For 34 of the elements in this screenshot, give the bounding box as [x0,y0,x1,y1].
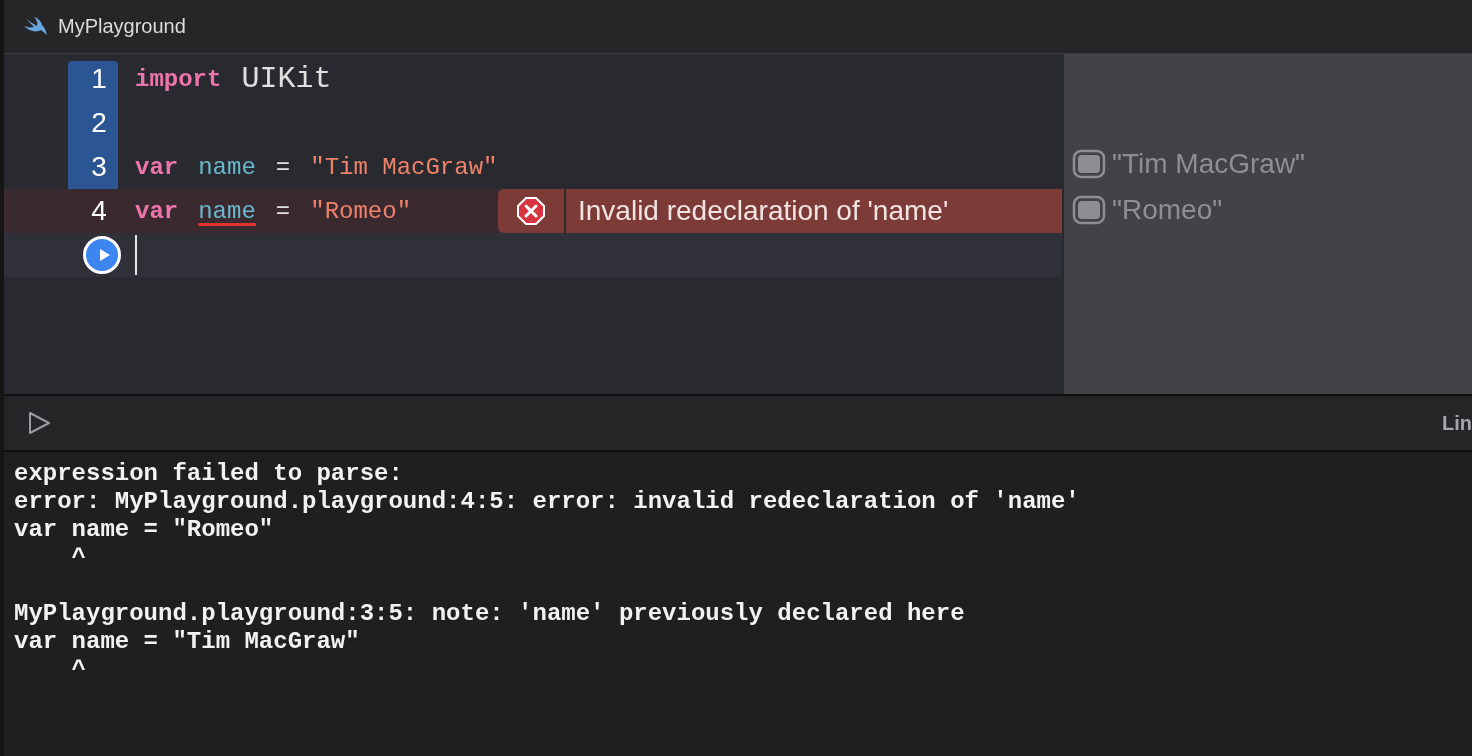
code-operator: = [275,197,291,225]
run-button[interactable] [26,410,52,436]
code-text: UIKit [241,62,332,96]
text-cursor [135,235,137,275]
bird-icon [22,16,48,37]
quick-look-icon [1072,149,1106,179]
code-identifier: name [198,197,256,225]
error-message: Invalid redeclaration of 'name' [577,195,949,227]
line-number: 2 [90,107,108,139]
code-identifier: name [198,153,256,181]
result-value: "Tim MacGraw" [1112,148,1306,180]
console-line: ^ [70,656,87,684]
code-string: "Romeo" [310,197,412,225]
result-value: "Romeo" [1112,194,1223,226]
error-icon [516,196,546,226]
line-number: 1 [90,63,108,95]
play-icon [26,410,52,436]
line-number: 3 [90,151,108,183]
line-label: Lin [1442,411,1472,435]
console-line: expression failed to parse: [14,460,404,488]
console-line: var name = "Tim MacGraw" [14,628,361,656]
code-keyword: import [135,65,222,93]
line-number: 4 [90,195,108,227]
code-string: "Tim MacGraw" [310,153,498,181]
code-keyword: var [135,197,179,225]
code-keyword: var [135,153,179,181]
console-line: ^ [70,544,87,572]
quick-look-icon [1072,195,1106,225]
window-title: MyPlayground [58,15,186,38]
code-operator: = [275,153,291,181]
run-button[interactable] [83,236,121,274]
console-line: var name = "Romeo" [14,516,275,544]
console-line: MyPlayground.playground:3:5: note: 'name' previously declared here [14,600,966,628]
console-line: error: MyPlayground.playground:4:5: error: invalid redeclaration of 'name' [14,488,1081,516]
